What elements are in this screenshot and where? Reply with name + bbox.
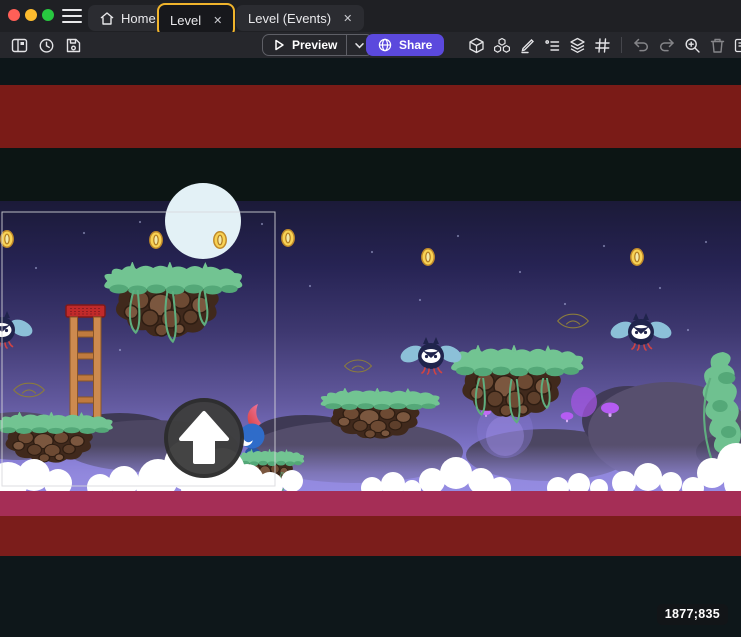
glow-plant[interactable] — [571, 387, 597, 417]
jump-button[interactable] — [166, 400, 242, 476]
preview-label: Preview — [292, 38, 337, 52]
glow-plant[interactable] — [486, 416, 524, 456]
band-void-bottom — [0, 556, 741, 637]
tab-label: Level (Events) — [248, 11, 331, 26]
star — [564, 303, 566, 305]
home-icon — [100, 12, 114, 25]
cursor-coordinates-badge: 1877;835 — [657, 604, 728, 625]
redo-icon[interactable] — [658, 37, 676, 53]
chevron-down-icon — [354, 40, 365, 51]
play-icon — [272, 38, 286, 52]
share-button[interactable]: Share — [366, 34, 444, 56]
band-ground-red — [0, 516, 741, 556]
star — [705, 241, 707, 243]
history-icon[interactable] — [38, 37, 55, 54]
close-tab-icon[interactable]: ✕ — [343, 12, 352, 25]
moon[interactable] — [165, 183, 241, 259]
band-ground-pink — [0, 491, 741, 516]
star — [419, 299, 421, 301]
coin[interactable] — [150, 232, 162, 248]
star — [139, 221, 141, 223]
band-void-top — [0, 58, 741, 85]
open-editor-panels-icon[interactable] — [11, 37, 28, 54]
menu-icon[interactable] — [62, 9, 82, 23]
tab-level-events[interactable]: Level (Events) ✕ — [236, 5, 364, 31]
close-tab-icon[interactable]: ✕ — [213, 14, 222, 27]
tab-home[interactable]: Home — [88, 5, 168, 31]
tab-label: Home — [121, 11, 156, 26]
star — [659, 287, 661, 289]
share-label: Share — [399, 38, 432, 52]
star — [309, 285, 311, 287]
zoom-in-icon[interactable] — [684, 37, 701, 54]
object-groups-icon[interactable] — [493, 37, 511, 54]
level-canvas[interactable] — [0, 0, 741, 637]
toolbar: Preview Share — [0, 32, 741, 58]
star — [519, 271, 521, 273]
coin[interactable] — [1, 231, 13, 247]
star — [371, 251, 373, 253]
star — [261, 223, 263, 225]
undo-icon[interactable] — [632, 37, 650, 53]
band-void-mid — [0, 148, 741, 201]
band-red-top — [0, 85, 741, 148]
grid-icon[interactable] — [594, 37, 611, 54]
layers-icon[interactable] — [569, 37, 586, 54]
objects-cube-icon[interactable] — [468, 37, 485, 54]
delete-trash-icon[interactable] — [709, 37, 726, 54]
coin[interactable] — [214, 232, 226, 248]
save-icon[interactable] — [65, 37, 82, 54]
coin[interactable] — [282, 230, 294, 246]
traffic-close-button[interactable] — [8, 9, 20, 21]
star — [687, 329, 689, 331]
traffic-minimize-button[interactable] — [25, 9, 37, 21]
preview-run[interactable]: Preview — [263, 35, 346, 55]
scene-properties-edit-icon[interactable] — [734, 37, 741, 54]
edit-pen-icon[interactable] — [519, 37, 536, 54]
titlebar: Home Level ✕ Level (Events) ✕ — [0, 0, 741, 32]
coin[interactable] — [631, 249, 643, 265]
traffic-zoom-button[interactable] — [42, 9, 54, 21]
star — [35, 267, 37, 269]
tab-label: Level — [170, 13, 201, 28]
star — [83, 232, 85, 234]
star — [457, 235, 459, 237]
star — [119, 349, 121, 351]
star — [603, 245, 605, 247]
instances-list-icon[interactable] — [544, 37, 561, 54]
preview-button[interactable]: Preview — [262, 34, 373, 56]
toolbar-divider — [621, 37, 622, 53]
globe-icon — [378, 38, 392, 52]
coin[interactable] — [422, 249, 434, 265]
